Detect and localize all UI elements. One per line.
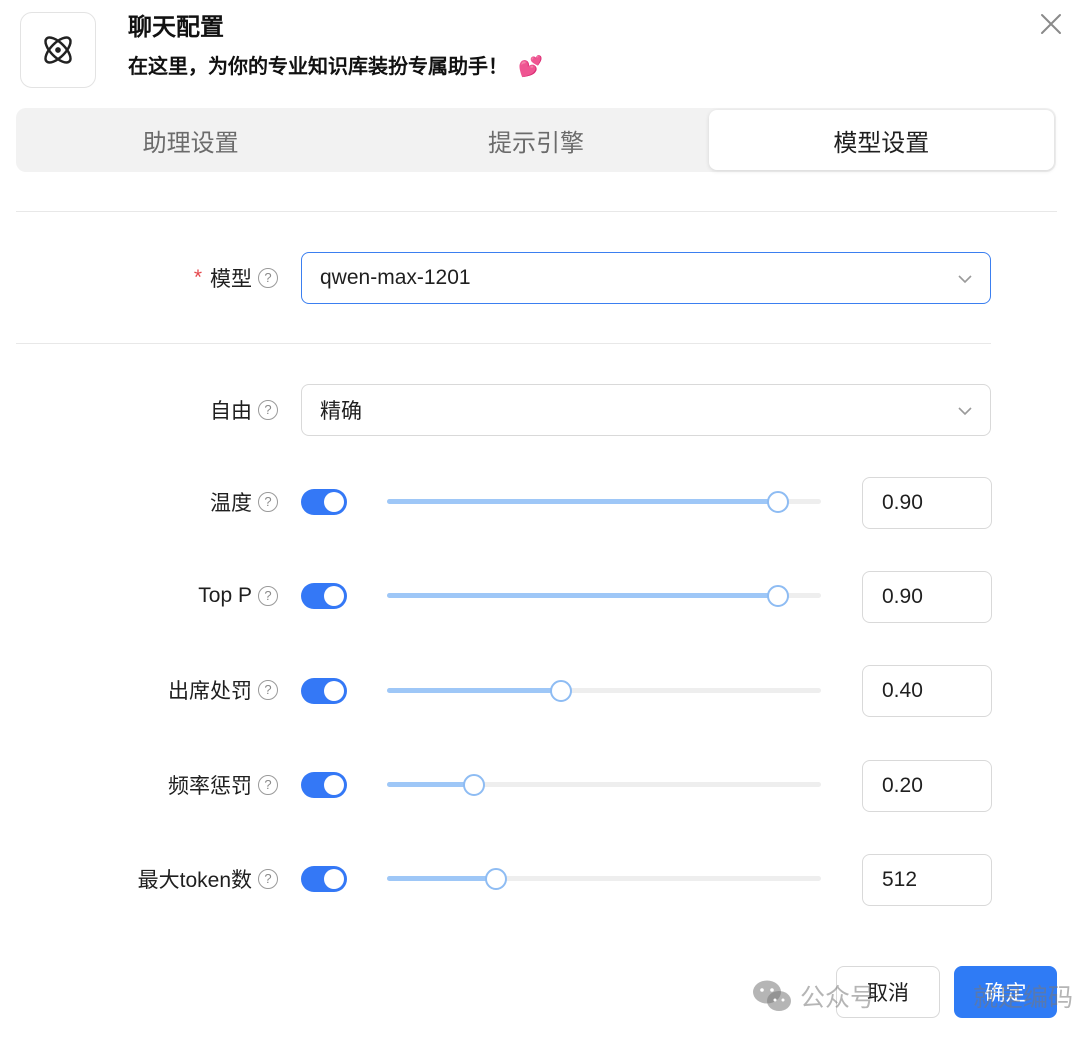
frequency-penalty-input[interactable]: 0.20 — [862, 760, 992, 812]
temperature-label: 温度? — [210, 476, 278, 528]
max-tokens-label-text: 最大token数 — [137, 869, 252, 892]
help-icon[interactable]: ? — [258, 268, 278, 288]
presence-penalty-input[interactable]: 0.40 — [862, 665, 992, 717]
slider-track — [387, 688, 561, 693]
max-tokens-label: 最大token数? — [138, 853, 278, 905]
top-p-input[interactable]: 0.90 — [862, 571, 992, 623]
toggle-knob — [324, 586, 344, 606]
chevron-down-icon — [958, 407, 972, 416]
help-icon[interactable]: ? — [258, 680, 278, 700]
model-select-value: qwen-max-1201 — [320, 266, 471, 289]
slider-track — [387, 499, 778, 504]
close-button[interactable] — [1036, 9, 1066, 39]
temperature-toggle[interactable] — [301, 489, 347, 515]
chevron-down-icon — [958, 275, 972, 284]
top-p-slider[interactable] — [387, 585, 821, 607]
tab-prompt-engine[interactable]: 提示引擎 — [363, 110, 708, 170]
top-p-toggle[interactable] — [301, 583, 347, 609]
dialog-title: 聊天配置 — [128, 14, 224, 41]
presence-penalty-label-text: 出席处罚 — [168, 680, 252, 703]
toggle-knob — [324, 869, 344, 889]
toggle-knob — [324, 492, 344, 512]
temperature-input[interactable]: 0.90 — [862, 477, 992, 529]
wechat-icon — [753, 980, 791, 1011]
section-divider-middle — [16, 343, 991, 344]
freedom-select-value: 精确 — [320, 400, 362, 423]
frequency-penalty-slider[interactable] — [387, 774, 821, 796]
freedom-select[interactable]: 精确 — [301, 384, 991, 436]
presence-penalty-toggle[interactable] — [301, 678, 347, 704]
cancel-button[interactable]: 取消 — [836, 966, 940, 1018]
model-select[interactable]: qwen-max-1201 — [301, 252, 991, 304]
toggle-knob — [324, 775, 344, 795]
model-label-text: 模型 — [210, 268, 252, 291]
heart-emoji: 💕 — [518, 56, 543, 78]
max-tokens-input[interactable]: 512 — [862, 854, 992, 906]
toggle-knob — [324, 681, 344, 701]
slider-handle[interactable] — [462, 774, 485, 796]
help-icon[interactable]: ? — [258, 492, 278, 512]
max-tokens-toggle[interactable] — [301, 866, 347, 892]
temperature-label-text: 温度 — [210, 492, 252, 515]
tab-assistant-settings[interactable]: 助理设置 — [18, 110, 363, 170]
tab-model-settings[interactable]: 模型设置 — [708, 110, 1054, 170]
close-icon — [1041, 14, 1061, 34]
help-icon[interactable]: ? — [258, 869, 278, 889]
top-p-label: Top P? — [198, 570, 278, 622]
top-p-label-text: Top P — [198, 584, 252, 607]
subtitle-text: 在这里，为你的专业知识库装扮专属助手！ — [128, 56, 508, 78]
presence-penalty-slider[interactable] — [387, 680, 821, 702]
required-mark: * — [193, 266, 202, 289]
help-icon[interactable]: ? — [258, 586, 278, 606]
slider-track — [387, 593, 778, 598]
app-logo — [20, 12, 96, 88]
slider-handle[interactable] — [549, 680, 572, 702]
help-icon[interactable]: ? — [258, 400, 278, 420]
frequency-penalty-label-text: 频率惩罚 — [168, 775, 252, 798]
freedom-label: 自由? — [210, 384, 278, 436]
help-icon[interactable]: ? — [258, 775, 278, 795]
model-label: * 模型? — [194, 252, 278, 304]
dialog-subtitle: 在这里，为你的专业知识库装扮专属助手！ 💕 — [128, 52, 543, 82]
temperature-slider[interactable] — [387, 491, 821, 513]
slider-handle[interactable] — [766, 491, 789, 513]
confirm-button[interactable]: 确定 — [954, 966, 1057, 1018]
slider-handle[interactable] — [766, 585, 789, 607]
slider-track — [387, 876, 496, 881]
max-tokens-slider[interactable] — [387, 868, 821, 890]
presence-penalty-label: 出席处罚? — [168, 664, 278, 716]
frequency-penalty-toggle[interactable] — [301, 772, 347, 798]
atom-icon — [44, 36, 72, 64]
freedom-label-text: 自由 — [210, 400, 252, 423]
slider-track — [387, 782, 474, 787]
frequency-penalty-label: 频率惩罚? — [168, 759, 278, 811]
section-divider-top — [16, 211, 1057, 212]
settings-tabs: 助理设置 提示引擎 模型设置 — [16, 108, 1056, 172]
slider-handle[interactable] — [484, 868, 507, 890]
